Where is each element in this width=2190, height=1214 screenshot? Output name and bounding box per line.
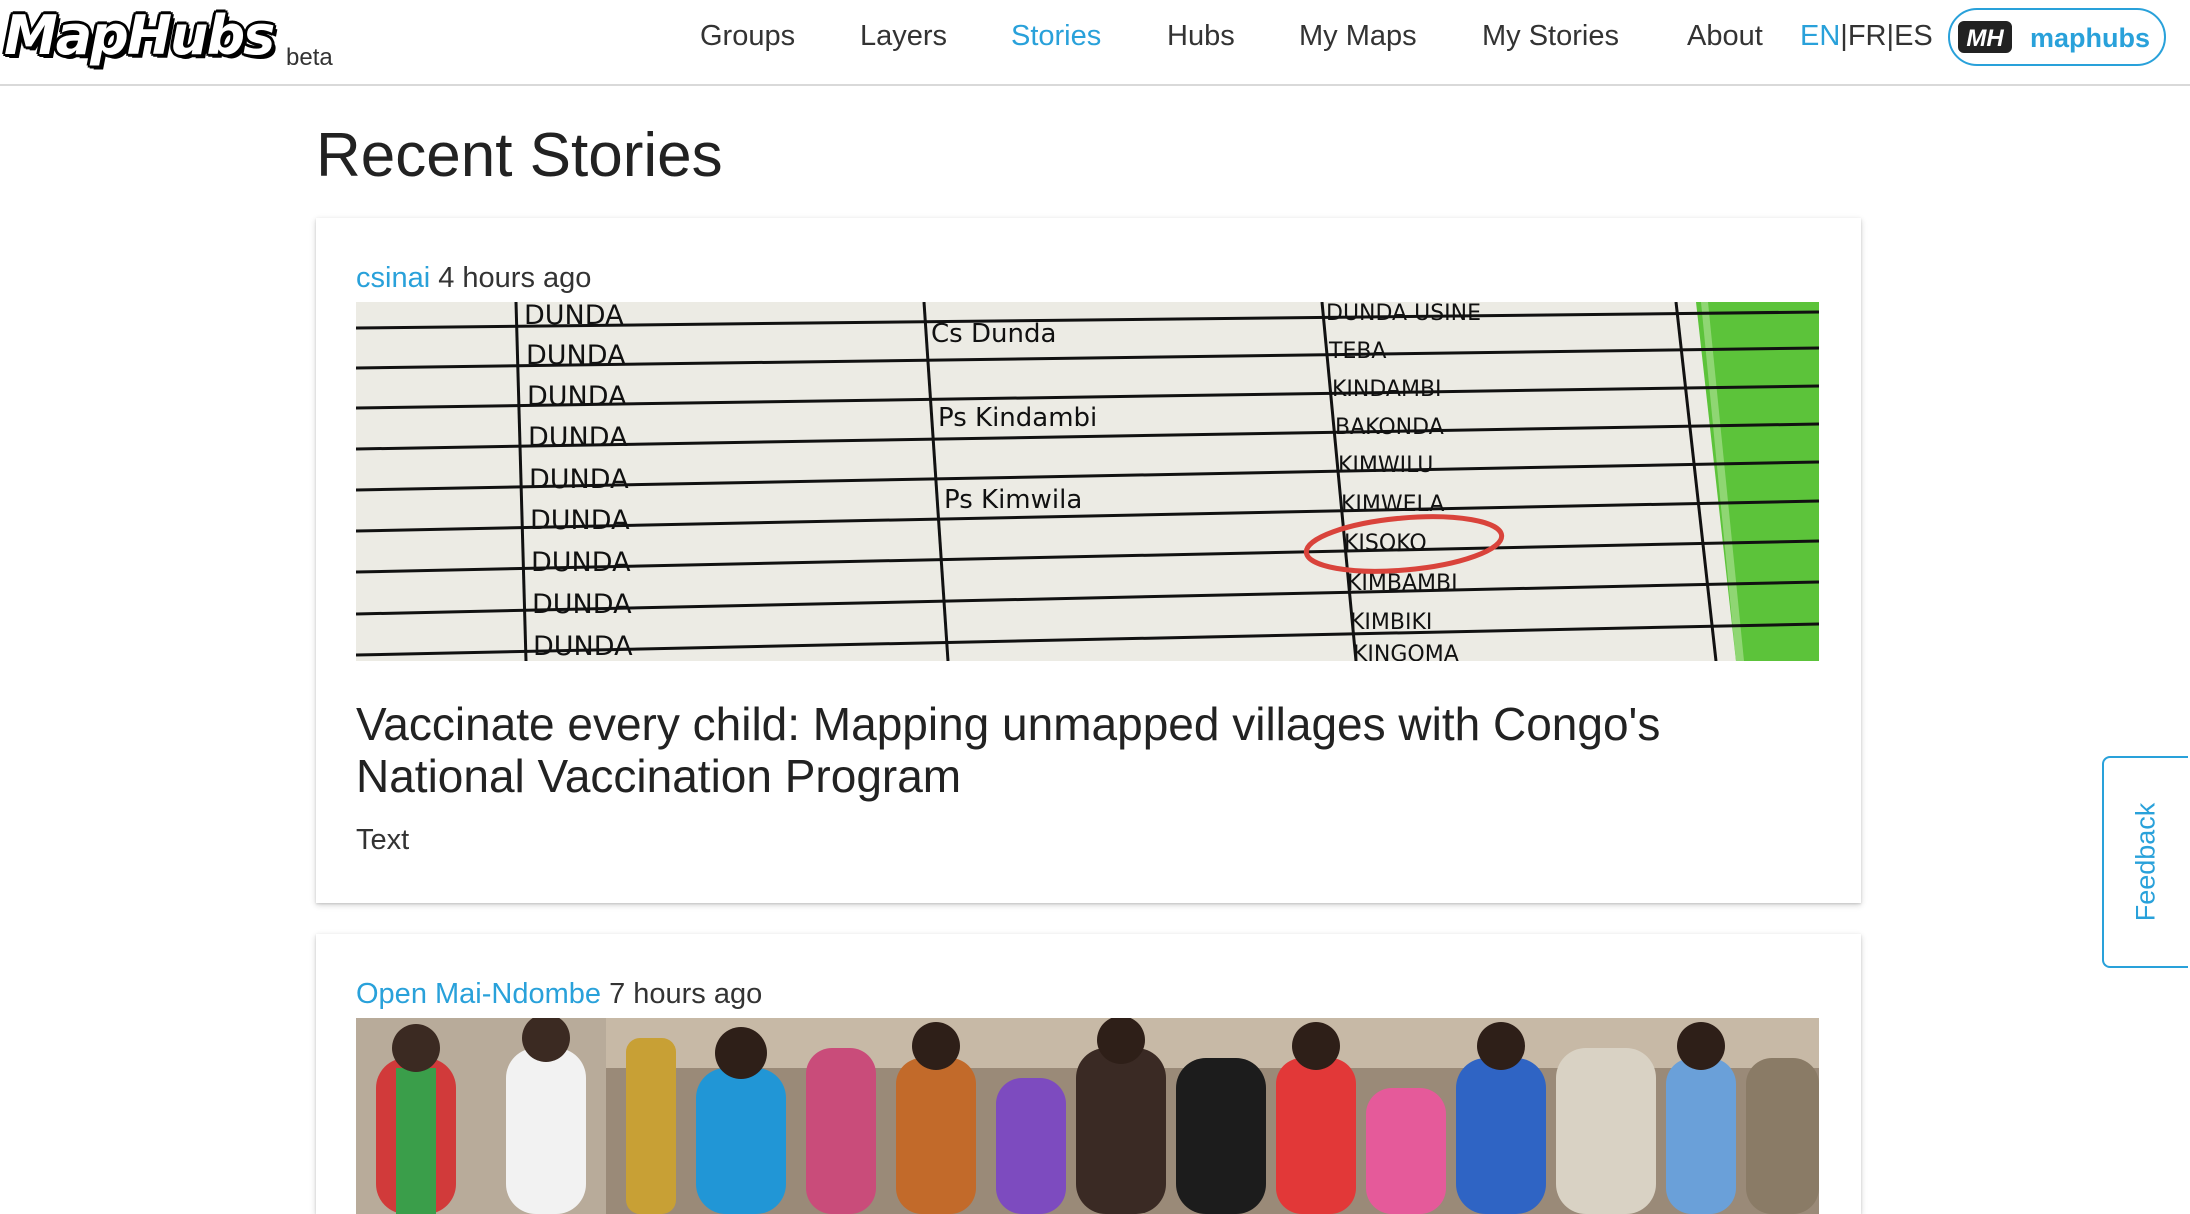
nav-my-maps[interactable]: My Maps [1299, 18, 1417, 54]
lang-en[interactable]: EN [1800, 20, 1840, 52]
cell-text: DUNDA [530, 505, 630, 536]
vaccination-sheet-photo: DUNDA DUNDA DUNDA DUNDA DUNDA DUNDA DUND… [356, 302, 1819, 661]
story-time: 7 hours ago [609, 978, 763, 1010]
maphubs-logo[interactable]: MapHubs [4, 4, 275, 68]
community-group-photo [356, 1018, 1819, 1214]
cell-text: DUNDA [533, 631, 633, 661]
cell-text: DUNDA [528, 422, 628, 453]
cell-text: KISOKO [1344, 531, 1427, 556]
story-title[interactable]: Vaccinate every child: Mapping unmapped … [356, 698, 1776, 802]
nav-layers[interactable]: Layers [860, 18, 947, 54]
cell-text: KINDAMBI [1332, 377, 1442, 402]
feedback-button[interactable]: Feedback [2102, 756, 2188, 968]
cell-text: Ps Kimwila [944, 485, 1082, 515]
story-tag: Text [356, 824, 410, 856]
cell-text: TEBA [1328, 339, 1386, 364]
story-card[interactable]: Open Mai-Ndombe 7 hours ago [316, 934, 1861, 1214]
nav-about[interactable]: About [1687, 18, 1763, 54]
cell-text: Cs Dunda [931, 319, 1056, 349]
user-menu-button[interactable]: MH maphubs [1948, 8, 2166, 66]
cell-text: KIMBAMBI [1347, 571, 1458, 596]
cell-text: BAKONDA [1335, 415, 1444, 440]
user-name: maphubs [2030, 23, 2151, 53]
beta-badge: beta [286, 44, 333, 71]
cell-text: KIMBIKI [1350, 610, 1432, 635]
cell-text: DUNDA [532, 589, 632, 620]
lang-fr[interactable]: FR [1848, 20, 1887, 52]
story-cover-image[interactable]: DUNDA DUNDA DUNDA DUNDA DUNDA DUNDA DUND… [356, 302, 1819, 661]
story-author-link[interactable]: Open Mai-Ndombe [356, 978, 601, 1010]
cell-text: DUNDA [527, 381, 627, 412]
cell-text: DUNDA [526, 340, 626, 371]
top-navbar: MapHubs beta Groups Layers Stories Hubs … [0, 0, 2190, 86]
cell-text: DUNDA USINE [1326, 302, 1481, 326]
nav-hubs[interactable]: Hubs [1167, 18, 1235, 54]
page-title: Recent Stories [316, 121, 723, 190]
story-time: 4 hours ago [438, 262, 592, 294]
story-meta: Open Mai-Ndombe 7 hours ago [356, 976, 762, 1012]
nav-stories[interactable]: Stories [1011, 18, 1101, 54]
story-cover-image[interactable] [356, 1018, 1819, 1214]
cell-text: KINGOMA [1353, 642, 1459, 661]
feedback-label: Feedback [2130, 802, 2161, 922]
story-meta: csinai 4 hours ago [356, 260, 591, 296]
cell-text: KIMWILU [1338, 453, 1433, 478]
cell-text: DUNDA [529, 464, 629, 495]
user-avatar: MH [1956, 19, 2014, 55]
lang-separator: | [1886, 20, 1895, 52]
lang-es[interactable]: ES [1894, 20, 1933, 52]
lang-separator: | [1840, 20, 1848, 52]
nav-my-stories[interactable]: My Stories [1482, 18, 1619, 54]
story-author-link[interactable]: csinai [356, 262, 430, 294]
cell-text: KIMWELA [1341, 492, 1444, 517]
story-card[interactable]: csinai 4 hours ago DUNDA DUNDA DUNDA DUN… [316, 218, 1861, 903]
cell-text: Ps Kindambi [938, 403, 1097, 433]
nav-groups[interactable]: Groups [700, 18, 795, 54]
cell-text: DUNDA [531, 547, 631, 578]
cell-text: DUNDA [524, 302, 624, 331]
language-switcher: EN|FR|ES [1800, 18, 1933, 54]
